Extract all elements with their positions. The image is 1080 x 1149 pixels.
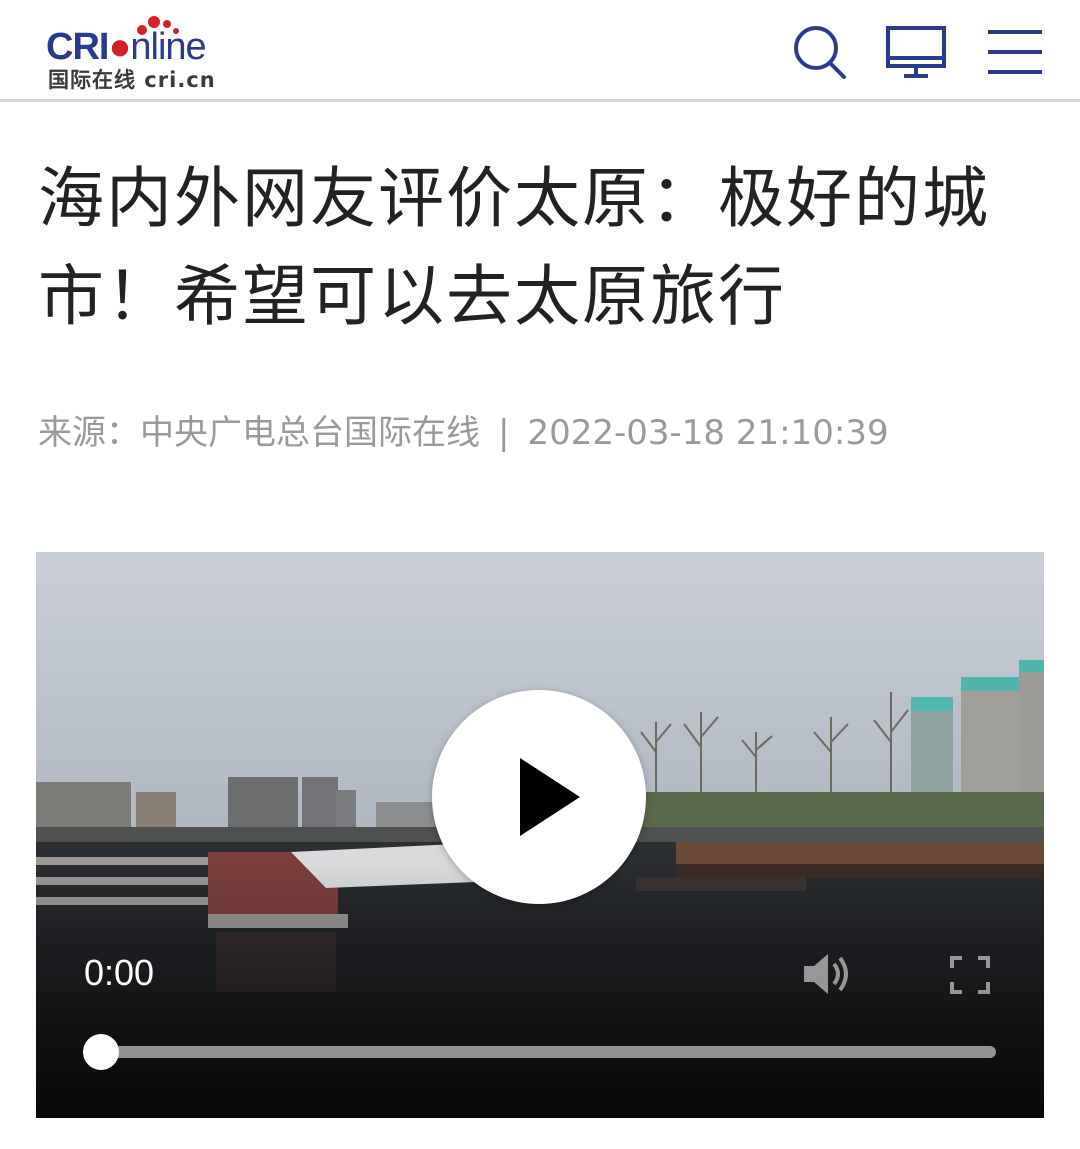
site-header: CRI●nline 国际在线 cri.cn (0, 0, 1080, 102)
progress-knob[interactable] (83, 1034, 119, 1070)
source-label: 来源： (38, 413, 140, 453)
article-title-line2: 市！希望可以去太原旅行 (38, 258, 786, 335)
article-title: 海内外网友评价太原：极好的城 市！希望可以去太原旅行 (38, 150, 1048, 346)
article-title-line1: 海内外网友评价太原：极好的城 (38, 160, 990, 237)
volume-icon (804, 954, 848, 994)
hamburger-menu-icon (988, 30, 1042, 74)
menu-button[interactable] (984, 22, 1048, 82)
play-button[interactable] (432, 690, 646, 904)
source-name: 中央广电总台国际在线 (140, 413, 480, 453)
fullscreen-icon (950, 956, 990, 994)
video-player[interactable]: 0:00 (36, 552, 1044, 1118)
monitor-icon (886, 26, 946, 78)
fullscreen-button[interactable] (948, 954, 992, 996)
logo-wordmark: CRI●nline (46, 26, 207, 68)
search-icon (794, 26, 846, 79)
current-time: 0:00 (84, 952, 155, 993)
volume-button[interactable] (800, 950, 854, 998)
logo-subtitle: 国际在线 cri.cn (48, 68, 216, 92)
play-icon (520, 758, 580, 836)
logo-cri-text: CRI (46, 26, 109, 68)
search-button[interactable] (788, 22, 852, 82)
progress-bar[interactable] (100, 1046, 996, 1058)
publish-datetime: 2022-03-18 21:10:39 (527, 413, 889, 453)
article-meta: 来源：中央广电总台国际在线 | 2022-03-18 21:10:39 (38, 405, 889, 454)
desktop-view-button[interactable] (884, 22, 948, 82)
meta-separator: | (498, 413, 510, 453)
logo-online-text: nline (130, 26, 206, 68)
cri-online-logo[interactable]: CRI●nline 国际在线 cri.cn (46, 14, 236, 94)
